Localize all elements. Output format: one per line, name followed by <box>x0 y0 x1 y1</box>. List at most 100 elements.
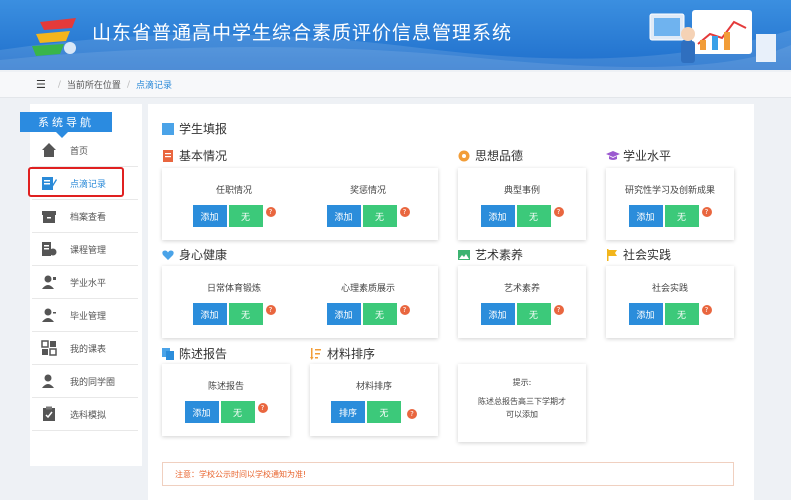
add-button[interactable]: 添加 <box>192 205 227 227</box>
entry-label: 陈述报告 <box>207 382 244 392</box>
tip-line: 可以添加 <box>506 410 538 419</box>
section-card-social: 社会实践 添加 无 ? <box>606 266 734 338</box>
sidebar-item-label: 课程管理 <box>70 245 107 256</box>
section-title-social: 社会实践 <box>606 246 671 263</box>
section-title-basic: 基本情况 <box>162 147 227 164</box>
entry-social: 社会实践 添加 无 ? <box>610 282 730 325</box>
add-button[interactable]: 添加 <box>628 205 663 227</box>
user-icon <box>40 306 58 324</box>
help-icon[interactable]: ? <box>265 305 276 315</box>
copy-icon <box>162 347 174 360</box>
breadcrumb-separator: / <box>57 79 61 90</box>
sidebar-item-label: 学业水平 <box>70 278 107 289</box>
add-button[interactable]: 添加 <box>184 401 219 423</box>
entry-label: 典型事例 <box>503 186 540 196</box>
section-title-academic: 学业水平 <box>606 147 671 164</box>
sort-icon <box>310 347 322 360</box>
entry-exercise: 日常体育锻炼 添加 无 ? <box>174 282 294 325</box>
entry-label: 艺术素养 <box>503 284 540 294</box>
breadcrumb-separator: / <box>126 79 130 90</box>
help-icon[interactable]: ? <box>701 207 712 217</box>
section-card-basic: 任职情况 添加 无 ? 奖惩情况 添加 无 ? <box>162 168 438 240</box>
sidebar-item-archive[interactable]: 档案查看 <box>32 200 138 233</box>
entry-label: 任职情况 <box>215 186 252 196</box>
sidebar-item-subject-sim[interactable]: 选科模拟 <box>32 398 138 431</box>
section-card-moral: 典型事例 添加 无 ? <box>458 168 586 240</box>
sidebar-item-classmates[interactable]: 我的同学圈 <box>32 365 138 398</box>
entry-awards: 奖惩情况 添加 无 ? <box>308 184 428 227</box>
section-card-report: 陈述报告 添加 无 ? <box>162 364 290 436</box>
help-icon[interactable]: ? <box>553 305 564 315</box>
image-icon <box>458 249 470 261</box>
course-icon <box>40 240 58 258</box>
graduation-cap-icon <box>606 150 620 162</box>
sidebar-item-course[interactable]: 课程管理 <box>32 233 138 266</box>
sidebar-item-home[interactable]: 首页 <box>32 134 138 167</box>
section-title-moral: 思想品德 <box>458 147 523 164</box>
flower-icon <box>458 150 470 162</box>
document-icon <box>162 149 174 162</box>
heart-icon <box>162 249 174 261</box>
sidebar-item-label: 档案查看 <box>70 212 107 223</box>
sidebar-title: 系统导航 <box>20 112 112 138</box>
none-button[interactable]: 无 <box>516 205 551 227</box>
add-button[interactable]: 添加 <box>628 303 663 325</box>
menu-icon[interactable]: ☰ <box>36 78 46 91</box>
breadcrumb-current[interactable]: 点滴记录 <box>136 78 172 91</box>
flag-icon <box>606 248 618 261</box>
sidebar-item-label: 我的同学圈 <box>70 377 116 388</box>
notice-bar: 注意：学校公示时间以学校通知为准! <box>162 462 734 486</box>
none-button[interactable]: 无 <box>362 303 397 325</box>
entry-material: 材料排序 排序 无 ? <box>314 380 434 423</box>
none-button[interactable]: 无 <box>367 401 401 423</box>
form-icon <box>162 122 174 135</box>
help-icon[interactable]: ? <box>399 207 410 217</box>
add-button[interactable]: 添加 <box>326 205 361 227</box>
add-button[interactable]: 添加 <box>480 205 515 227</box>
entry-psychology: 心理素质展示 添加 无 ? <box>308 282 428 325</box>
active-item-highlight <box>28 167 124 197</box>
section-title-health: 身心健康 <box>162 246 227 263</box>
sidebar-item-label: 我的课表 <box>70 344 107 355</box>
help-icon[interactable]: ? <box>553 207 564 217</box>
section-card-material: 材料排序 排序 无 ? <box>310 364 438 436</box>
logo-icon <box>32 18 76 56</box>
page-title: 学生填报 <box>162 120 227 137</box>
help-icon[interactable]: ? <box>701 305 712 315</box>
help-icon[interactable]: ? <box>399 305 410 315</box>
breadcrumb: ☰ / 当前所在位置 / 点滴记录 <box>0 72 791 98</box>
none-button[interactable]: 无 <box>220 401 255 423</box>
entry-typical-case: 典型事例 添加 无 ? <box>462 184 582 227</box>
help-icon[interactable]: ? <box>257 403 268 413</box>
section-title-report: 陈述报告 <box>162 345 227 362</box>
help-icon[interactable]: ? <box>265 207 276 217</box>
sort-button[interactable]: 排序 <box>331 401 365 423</box>
entry-label: 日常体育锻炼 <box>206 284 261 294</box>
none-button[interactable]: 无 <box>516 303 551 325</box>
sidebar-item-academic[interactable]: 学业水平 <box>32 266 138 299</box>
site-title: 山东省普通高中学生综合素质评价信息管理系统 <box>92 22 513 44</box>
none-button[interactable]: 无 <box>228 303 263 325</box>
none-button[interactable]: 无 <box>362 205 397 227</box>
entry-label: 社会实践 <box>651 284 688 294</box>
add-button[interactable]: 添加 <box>192 303 227 325</box>
tip-line: 陈述总报告高三下学期才 <box>478 397 566 406</box>
sidebar-item-graduation[interactable]: 毕业管理 <box>32 299 138 332</box>
none-button[interactable]: 无 <box>228 205 263 227</box>
sidebar-item-label: 毕业管理 <box>70 311 107 322</box>
add-button[interactable]: 添加 <box>480 303 515 325</box>
sidebar-item-schedule[interactable]: 我的课表 <box>32 332 138 365</box>
archive-icon <box>40 207 58 225</box>
entry-label: 奖惩情况 <box>349 186 386 196</box>
section-card-art: 艺术素养 添加 无 ? <box>458 266 586 338</box>
user-icon <box>40 372 58 390</box>
help-icon[interactable]: ? <box>407 409 417 419</box>
add-button[interactable]: 添加 <box>326 303 361 325</box>
sidebar-item-label: 选科模拟 <box>70 410 107 421</box>
none-button[interactable]: 无 <box>664 303 699 325</box>
banner-illustration <box>649 10 776 63</box>
entry-report: 陈述报告 添加 无 ? <box>166 380 286 423</box>
none-button[interactable]: 无 <box>664 205 699 227</box>
tip-title: 提示: <box>512 378 532 387</box>
breadcrumb-location-label: 当前所在位置 <box>66 81 121 91</box>
